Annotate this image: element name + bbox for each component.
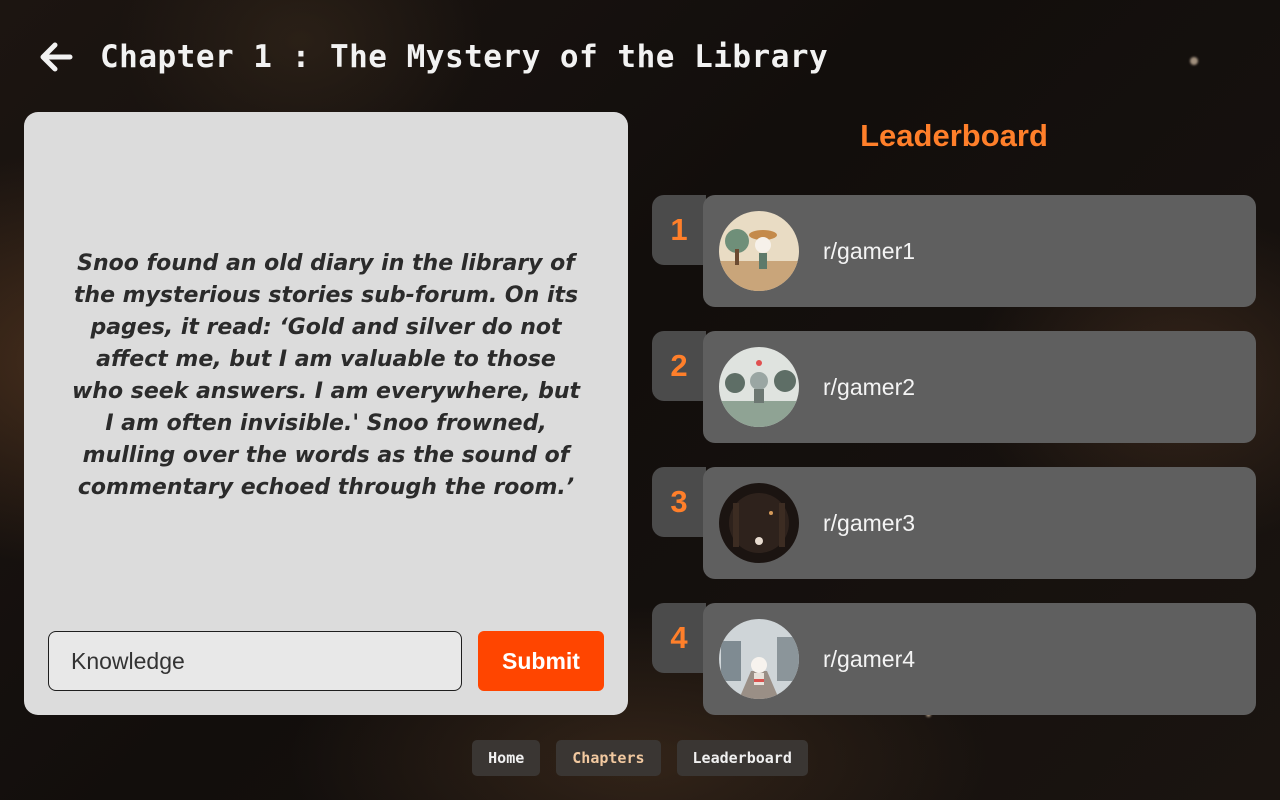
leaderboard-row: 1 r/gamer1 [652, 195, 1256, 307]
leaderboard-row: 3 r/gamer3 [652, 467, 1256, 579]
nav-chapters[interactable]: Chapters [556, 740, 661, 776]
story-card: Snoo found an old diary in the library o… [24, 112, 628, 715]
leaderboard-row: 2 r/gamer2 [652, 331, 1256, 443]
arrow-left-icon [40, 42, 73, 72]
rank-number: 1 [652, 195, 706, 265]
avatar [719, 347, 799, 427]
story-text: Snoo found an old diary in the library o… [71, 251, 581, 500]
header: Chapter 1 : The Mystery of the Library [38, 34, 828, 80]
leaderboard-row: 4 r/gamer4 [652, 603, 1256, 715]
nav-leaderboard[interactable]: Leaderboard [676, 740, 808, 776]
avatar [719, 619, 799, 699]
avatar [719, 211, 799, 291]
bottom-nav: Home Chapters Leaderboard [0, 740, 1280, 776]
player-name: r/gamer2 [823, 373, 916, 400]
nav-home[interactable]: Home [472, 740, 541, 776]
answer-input[interactable] [48, 631, 462, 691]
rank-number: 4 [652, 603, 706, 673]
leaderboard-title: Leaderboard [860, 118, 1048, 153]
avatar [719, 483, 799, 563]
player-name: r/gamer1 [823, 237, 916, 264]
player-name: r/gamer4 [823, 645, 916, 672]
back-button[interactable] [38, 39, 74, 75]
rank-number: 2 [652, 331, 706, 401]
player-name: r/gamer3 [823, 509, 916, 536]
rank-number: 3 [652, 467, 706, 537]
background-light [1190, 57, 1198, 65]
page-title: Chapter 1 : The Mystery of the Library [100, 39, 829, 75]
submit-button[interactable]: Submit [478, 631, 604, 691]
